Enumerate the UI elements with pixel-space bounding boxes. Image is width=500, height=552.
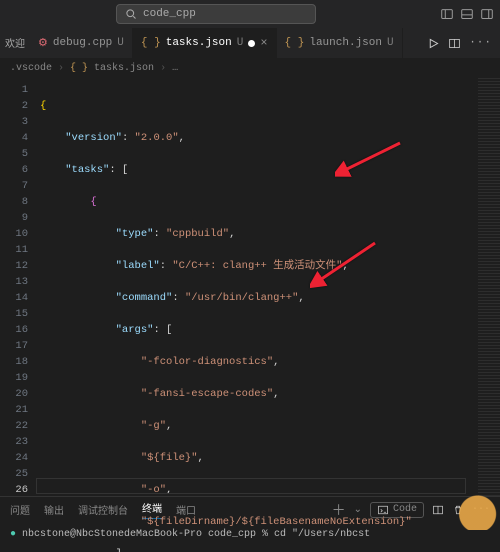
- dirty-indicator-icon: [248, 40, 255, 47]
- cpp-file-icon: ⚙: [38, 36, 48, 50]
- tab-tasks-json[interactable]: { } tasks.json U ×: [133, 28, 277, 58]
- layout-right-icon[interactable]: [480, 7, 494, 21]
- run-icon[interactable]: [427, 37, 440, 50]
- layout-controls: [440, 7, 494, 21]
- tab-label: tasks.json: [166, 37, 232, 49]
- tab-welcome[interactable]: 欢迎: [0, 28, 30, 58]
- json-file-icon: { }: [141, 37, 161, 49]
- tab-label: launch.json: [309, 37, 382, 49]
- json-file-icon: { }: [70, 63, 88, 74]
- tab-bar: 欢迎 ⚙ debug.cpp U { } tasks.json U × { } …: [0, 28, 500, 58]
- editor-actions: ···: [419, 28, 500, 58]
- crumb-file[interactable]: tasks.json: [94, 63, 154, 74]
- line-number-gutter: 1234567891011121314151617181920212223242…: [0, 78, 36, 496]
- command-center[interactable]: code_cpp: [116, 4, 316, 24]
- tab-launch-json[interactable]: { } launch.json U: [277, 28, 403, 58]
- search-text: code_cpp: [143, 8, 196, 20]
- panel-tab-problems[interactable]: 问题: [10, 502, 30, 518]
- close-icon[interactable]: ×: [260, 36, 267, 50]
- tab-modifier: U: [117, 37, 124, 49]
- tab-modifier: U: [387, 37, 394, 49]
- layout-left-icon[interactable]: [440, 7, 454, 21]
- editor[interactable]: 1234567891011121314151617181920212223242…: [0, 78, 500, 496]
- layout-bottom-icon[interactable]: [460, 7, 474, 21]
- chevron-right-icon: ›: [160, 63, 166, 74]
- split-icon[interactable]: [448, 37, 461, 50]
- crumb-folder[interactable]: .vscode: [10, 63, 52, 74]
- title-bar: code_cpp: [0, 0, 500, 28]
- search-icon: [125, 8, 137, 20]
- tab-modifier: U: [237, 37, 244, 49]
- minimap[interactable]: [478, 78, 500, 496]
- breadcrumb[interactable]: .vscode › { } tasks.json › …: [0, 58, 500, 78]
- tab-debug-cpp[interactable]: ⚙ debug.cpp U: [30, 28, 133, 58]
- crumb-more[interactable]: …: [172, 63, 178, 74]
- more-icon[interactable]: ···: [469, 37, 492, 49]
- chevron-right-icon: ›: [58, 63, 64, 74]
- json-file-icon: { }: [285, 37, 305, 49]
- code-area[interactable]: { "version": "2.0.0", "tasks": [ { "type…: [36, 78, 478, 496]
- tab-label: debug.cpp: [53, 37, 112, 49]
